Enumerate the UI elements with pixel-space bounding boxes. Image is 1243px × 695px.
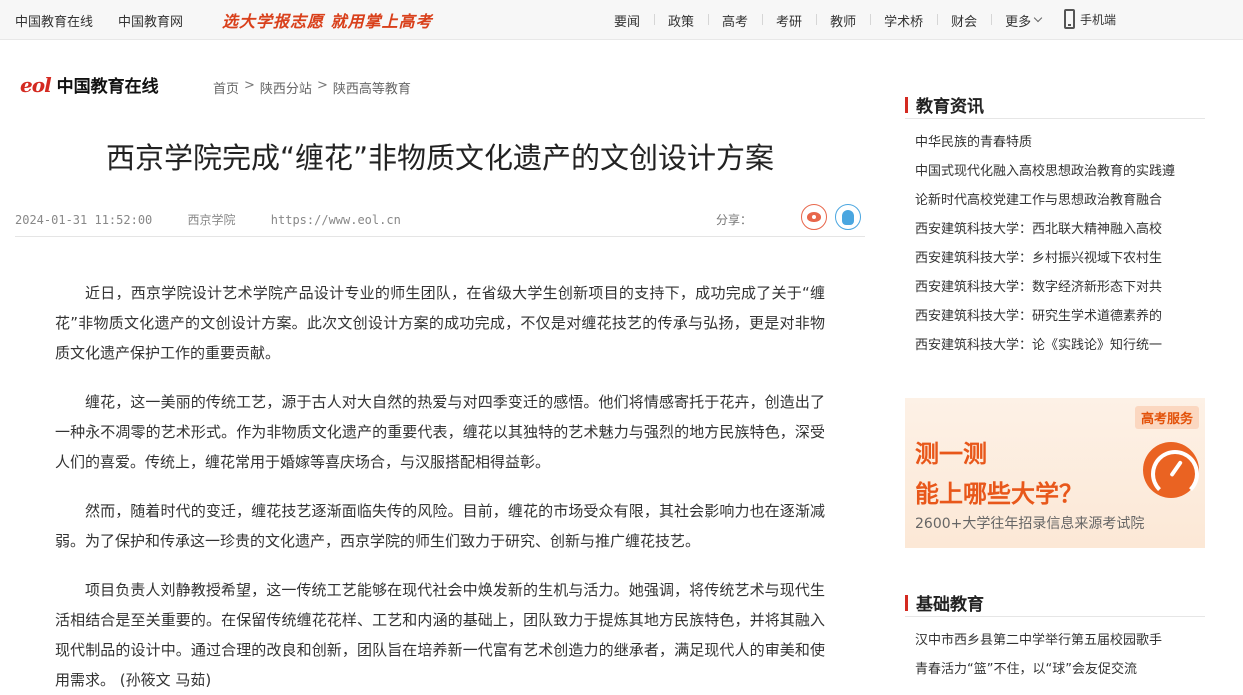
share-weibo-button[interactable] [801,204,827,230]
nav-item-academic[interactable]: 学术桥 [870,11,937,30]
ad-headline-2: 能上哪些大学？ [915,480,1083,508]
breadcrumb-separator: > [316,78,328,93]
breadcrumb: 首页 > 陕西分站 > 陕西高等教育 [213,78,411,97]
list-item[interactable]: 中华民族的青春特质 [915,128,1195,157]
site-link-edu[interactable]: 中国教育网 [118,11,183,30]
news-section-title: 教育资讯 [905,92,984,117]
news-section-label: 教育资讯 [916,97,984,117]
news-link[interactable]: 西安建筑科技大学：数字经济新形态下对共 [915,280,1162,295]
section-bar [905,594,908,611]
gauge-icon [1143,442,1199,498]
news-link[interactable]: 西安建筑科技大学：研究生学术道德素养的 [915,309,1162,324]
list-item[interactable]: 西安建筑科技大学：乡村振兴视域下农村生 [915,244,1195,273]
list-item[interactable]: 论新时代高校党建工作与思想政治教育融合 [915,186,1195,215]
basic-link[interactable]: 青春活力“篮”不住，以“球”会友促交流 [915,662,1137,677]
news-link[interactable]: 论新时代高校党建工作与思想政治教育融合 [915,193,1162,208]
logo-text: 中国教育在线 [56,77,159,96]
weibo-icon [807,212,821,222]
news-link[interactable]: 中国式现代化融入高校思想政治教育的实践遵 [915,164,1175,179]
article-paragraph: 近日，西京学院设计艺术学院产品设计专业的师生团队，在省级大学生创新项目的支持下，… [55,284,825,362]
gaokao-ad-banner[interactable]: 高考服务 测一测 能上哪些大学？ 2600+大学往年招录信息来源考试院 [905,398,1205,548]
news-section-rule [905,118,1205,119]
article-paragraph: 项目负责人刘静教授希望，这一传统工艺能够在现代社会中焕发新的生机与活力。她强调，… [55,581,825,689]
nav-more-label: 更多 [1005,14,1032,30]
list-item[interactable]: 汉中市西乡县第二中学举行第五届校园歌手 [915,626,1195,655]
qq-icon [842,209,854,225]
news-link[interactable]: 中华民族的青春特质 [915,135,1032,150]
site-link-eol[interactable]: 中国教育在线 [15,11,93,30]
article-divider [15,236,865,237]
phone-icon [1064,9,1075,29]
breadcrumb-separator: > [244,78,255,93]
share-qq-button[interactable] [835,204,861,230]
list-item[interactable]: 西安建筑科技大学：西北联大精神融入高校 [915,215,1195,244]
basic-section-label: 基础教育 [916,595,984,615]
nav-item-finance[interactable]: 财会 [937,11,991,30]
list-item[interactable]: 西安建筑科技大学：研究生学术道德素养的 [915,302,1195,331]
article-paragraph: 缠花，这一美丽的传统工艺，源于古人对大自然的热爱与对四季变迁的感悟。他们将情感寄… [55,393,825,471]
news-link[interactable]: 西安建筑科技大学：西北联大精神融入高校 [915,222,1162,237]
mobile-label: 手机端 [1080,12,1117,27]
ad-subtitle: 2600+大学往年招录信息来源考试院 [915,516,1145,532]
nav-item-kaoyan[interactable]: 考研 [762,11,816,30]
basic-link[interactable]: 汉中市西乡县第二中学举行第五届校园歌手 [915,633,1162,648]
list-item[interactable]: 中国式现代化融入高校思想政治教育的实践遵 [915,157,1195,186]
basic-list: 汉中市西乡县第二中学举行第五届校园歌手 青春活力“篮”不住，以“球”会友促交流 [915,626,1195,684]
share-label: 分享： [716,213,753,227]
basic-section-title: 基础教育 [905,590,984,615]
section-bar [905,96,908,113]
breadcrumb-shaanxi[interactable]: 陕西分站 [260,78,312,97]
list-item[interactable]: 西安建筑科技大学：数字经济新形态下对共 [915,273,1195,302]
list-item[interactable]: 青春活力“篮”不住，以“球”会友促交流 [915,655,1195,684]
ad-headline-1: 测一测 [915,440,987,468]
basic-section-rule [905,616,1205,617]
article-source: 西京学院 [187,213,236,227]
ad-badge: 高考服务 [1134,406,1199,429]
site-logo[interactable]: eol 中国教育在线 [20,72,159,97]
article-body: 近日，西京学院设计艺术学院产品设计专业的师生团队，在省级大学生创新项目的支持下，… [55,278,825,695]
nav-item-gaokao[interactable]: 高考 [708,11,762,30]
eol-logo-mark: eol [20,72,52,97]
slogan-banner[interactable]: 选大学报志愿 就用掌上高考 [222,8,433,32]
article-url: https://www.eol.cn [270,213,401,227]
article-meta: 2024-01-31 11:52:00 西京学院 https://www.eol… [15,211,429,228]
breadcrumb-home[interactable]: 首页 [213,78,239,97]
news-link[interactable]: 西安建筑科技大学：乡村振兴视域下农村生 [915,251,1162,266]
article-title: 西京学院完成“缠花”非物质文化遗产的文创设计方案 [105,141,775,175]
news-link[interactable]: 西安建筑科技大学：论《实践论》知行统一 [915,338,1162,353]
breadcrumb-higher-ed[interactable]: 陕西高等教育 [333,78,411,97]
nav-more-button[interactable]: 更多 [991,11,1055,30]
chevron-down-icon [1033,13,1043,23]
news-list: 中华民族的青春特质 中国式现代化融入高校思想政治教育的实践遵 论新时代高校党建工… [915,128,1195,360]
article-paragraph: 然而，随着时代的变迁，缠花技艺逐渐面临失传的风险。目前，缠花的市场受众有限，其社… [55,502,825,550]
article-date: 2024-01-31 11:52:00 [15,213,153,227]
top-nav: 要闻 政策 高考 考研 教师 学术桥 财会 更多 [600,0,1055,40]
list-item[interactable]: 西安建筑科技大学：论《实践论》知行统一 [915,331,1195,360]
mobile-link[interactable]: 手机端 [1064,9,1116,29]
nav-item-teacher[interactable]: 教师 [816,11,870,30]
nav-item-policy[interactable]: 政策 [654,11,708,30]
nav-item-news[interactable]: 要闻 [600,11,654,30]
top-bar: 中国教育在线 中国教育网 选大学报志愿 就用掌上高考 要闻 政策 高考 考研 教… [0,0,1243,40]
